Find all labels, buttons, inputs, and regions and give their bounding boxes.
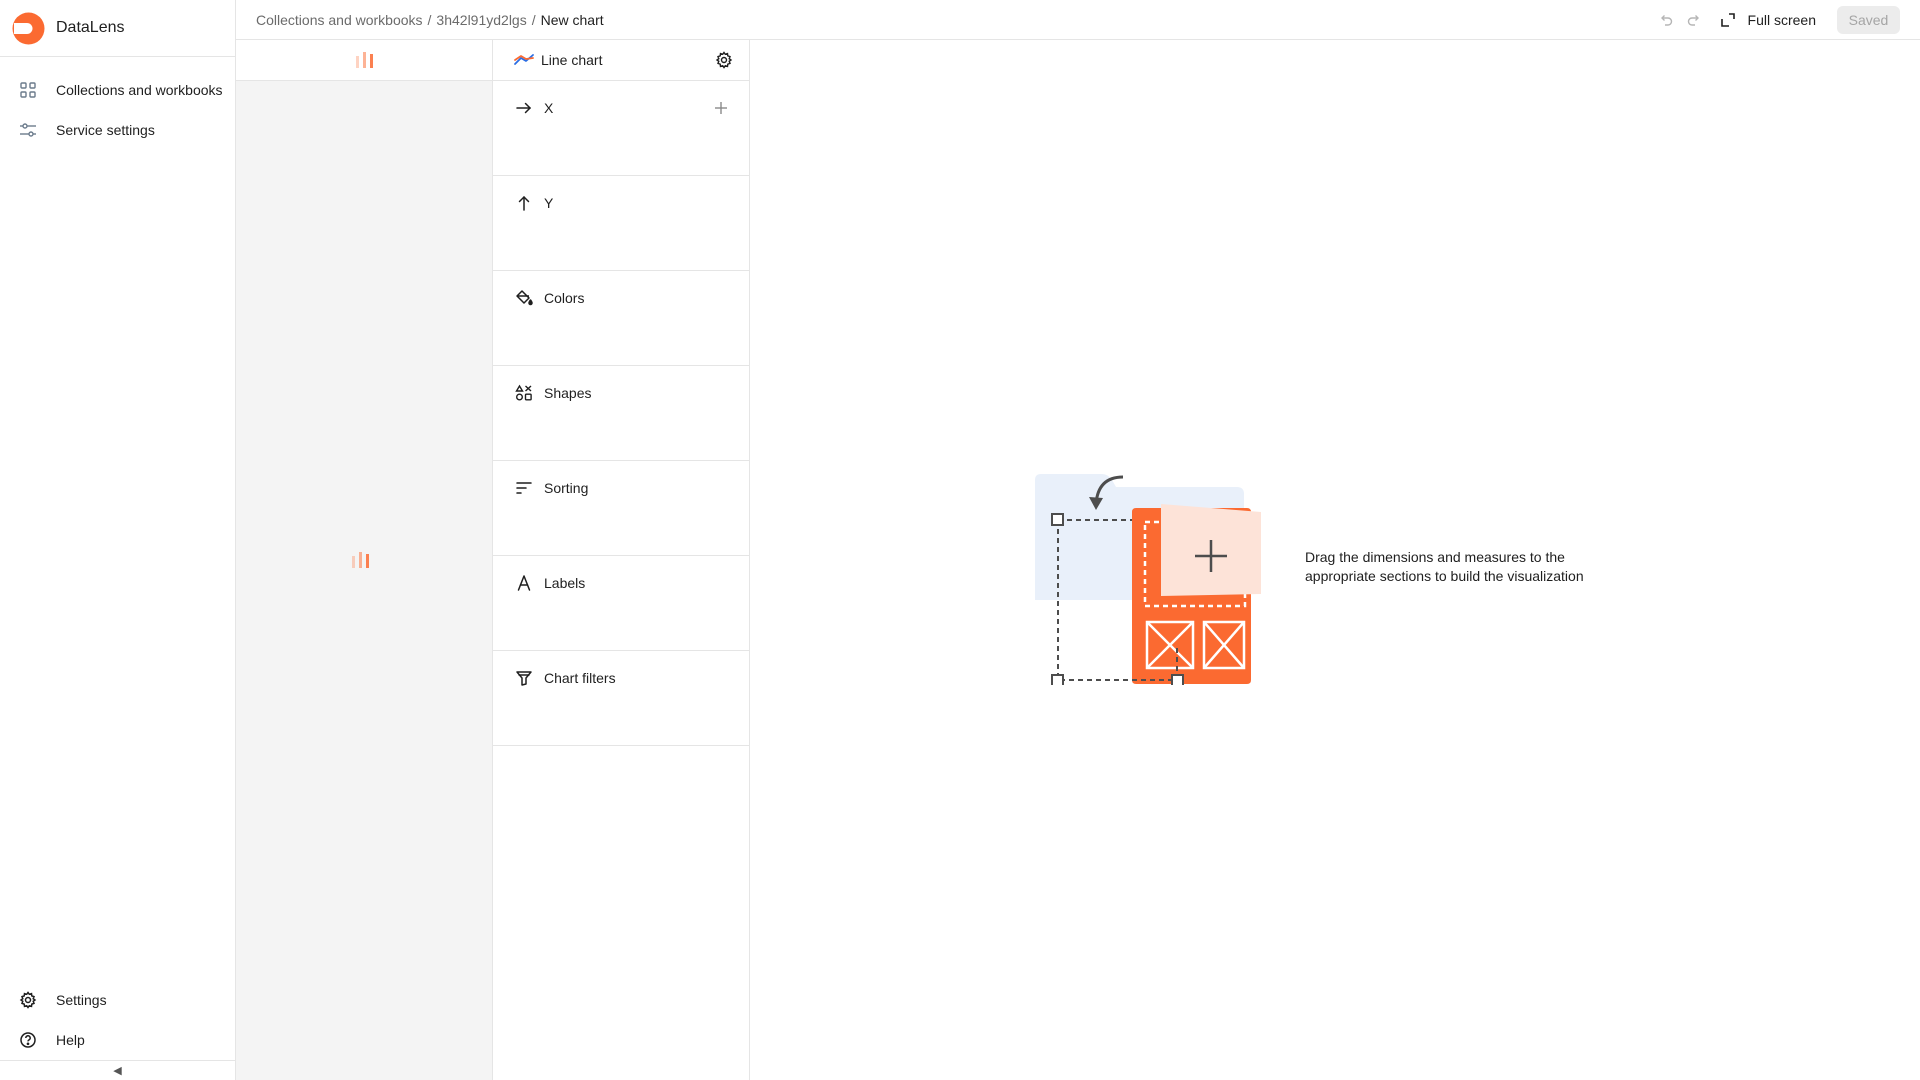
breadcrumb-separator: / — [427, 11, 432, 28]
section-chart-filters[interactable]: Chart filters — [493, 651, 749, 746]
saved-button[interactable]: Saved — [1837, 5, 1900, 34]
datalens-logo-icon[interactable] — [12, 12, 45, 45]
section-header: Y — [515, 194, 729, 212]
section-header: Colors — [515, 289, 729, 307]
collapse-arrow-icon: ◀ — [113, 1065, 122, 1077]
fullscreen-button[interactable]: Full screen — [1720, 12, 1816, 28]
visualization-panel: Line chart X Y Colors Shapes Sorting Lab… — [493, 40, 750, 1080]
funnel-icon — [516, 671, 532, 686]
nav-item-label: Settings — [56, 992, 107, 1008]
arrow-up-icon — [518, 195, 530, 211]
nav-item-help[interactable]: Help — [0, 1020, 235, 1060]
paint-bucket-icon — [516, 290, 533, 306]
breadcrumb-workbook[interactable]: 3h42l91yd2lgs — [436, 12, 526, 28]
sliders-icon — [20, 123, 36, 137]
section-label: Colors — [544, 290, 585, 306]
section-header: X — [515, 99, 729, 117]
dataset-panel — [236, 40, 493, 1080]
section-label: X — [544, 100, 554, 116]
chart-settings-icon[interactable] — [715, 51, 733, 69]
section-label: Chart filters — [544, 670, 616, 686]
empty-state-message: Drag the dimensions and measures to the … — [1305, 549, 1584, 584]
nav-header: DataLens — [0, 0, 235, 57]
section-y[interactable]: Y — [493, 176, 749, 271]
topbar-actions: Full screen Saved — [1646, 5, 1900, 34]
chart-workspace: Drag the dimensions and measures to the … — [750, 40, 1920, 1080]
breadcrumb-current: New chart — [540, 11, 604, 28]
section-x[interactable]: X — [493, 81, 749, 176]
section-sorting[interactable]: Sorting — [493, 461, 749, 556]
section-label: Shapes — [544, 385, 592, 401]
line-chart-icon — [514, 54, 534, 65]
breadcrumb-separator: / — [531, 11, 536, 28]
section-shapes[interactable]: Shapes — [493, 366, 749, 461]
breadcrumb-collections[interactable]: Collections and workbooks — [256, 12, 423, 28]
side-navigation: DataLens Collections and workbooks Servi… — [0, 0, 236, 1080]
nav-item-service-settings[interactable]: Service settings — [0, 110, 235, 150]
section-label: Y — [544, 195, 554, 211]
nav-item-label: Collections and workbooks — [56, 82, 223, 98]
loading-spinner — [355, 52, 373, 68]
section-label: Labels — [544, 575, 586, 591]
section-label: Sorting — [544, 480, 589, 496]
nav-bottom-items: Settings Help — [0, 980, 235, 1060]
letter-a-icon — [517, 575, 531, 591]
visualization-type-selector[interactable]: Line chart — [493, 40, 749, 81]
nav-top-items: Collections and workbooks Service settin… — [0, 70, 235, 150]
add-field-icon[interactable] — [713, 100, 729, 116]
section-header: Shapes — [515, 384, 729, 402]
app-title[interactable]: DataLens — [56, 19, 125, 37]
top-bar: Collections and workbooks / 3h42l91yd2lg… — [236, 0, 1920, 40]
nav-item-label: Service settings — [56, 122, 155, 138]
drag-fields-illustration — [1035, 474, 1261, 685]
section-header: Sorting — [515, 479, 729, 497]
fullscreen-label: Full screen — [1747, 11, 1816, 28]
section-header: Chart filters — [515, 669, 729, 687]
help-circle-icon — [20, 1032, 36, 1048]
grid-icon — [20, 82, 36, 98]
nav-item-settings[interactable]: Settings — [0, 980, 235, 1020]
visualization-type-label: Line chart — [541, 52, 603, 68]
dataset-selector[interactable] — [236, 40, 492, 81]
gear-icon — [19, 991, 37, 1009]
nav-item-collections[interactable]: Collections and workbooks — [0, 70, 235, 110]
fullscreen-icon — [1720, 12, 1735, 27]
section-labels[interactable]: Labels — [493, 556, 749, 651]
section-colors[interactable]: Colors — [493, 271, 749, 366]
loading-spinner — [352, 552, 369, 568]
arrow-right-icon — [516, 102, 532, 114]
breadcrumb: Collections and workbooks / 3h42l91yd2lg… — [256, 12, 604, 28]
collapse-nav-button[interactable]: ◀ — [0, 1060, 235, 1080]
undo-icon[interactable] — [1658, 12, 1674, 28]
app-root: DataLens Collections and workbooks Servi… — [0, 0, 1920, 1080]
redo-icon[interactable] — [1686, 12, 1702, 28]
nav-item-label: Help — [56, 1032, 85, 1048]
shapes-icon — [515, 384, 532, 401]
section-header: Labels — [515, 574, 729, 592]
sort-lines-icon — [516, 482, 532, 494]
